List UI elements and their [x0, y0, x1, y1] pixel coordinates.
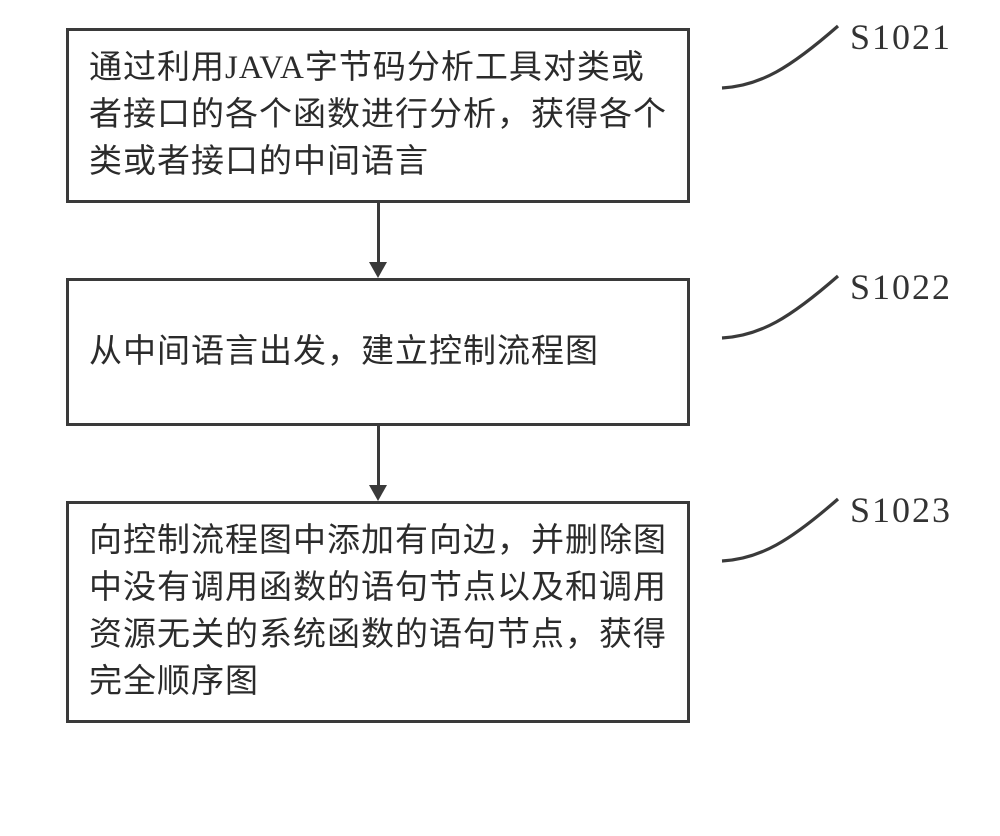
arrowhead-down-icon	[369, 485, 387, 501]
step-row-1: 通过利用JAVA字节码分析工具对类或者接口的各个函数进行分析，获得各个类或者接口…	[66, 28, 840, 203]
step-id-1: S1021	[850, 16, 952, 58]
leader-line-icon	[720, 272, 840, 340]
step-node-1: 通过利用JAVA字节码分析工具对类或者接口的各个函数进行分析，获得各个类或者接口…	[66, 28, 690, 203]
leader-line-icon	[720, 22, 840, 90]
flowchart: 通过利用JAVA字节码分析工具对类或者接口的各个函数进行分析，获得各个类或者接口…	[66, 28, 980, 723]
step-id-2: S1022	[850, 266, 952, 308]
step-node-3: 向控制流程图中添加有向边，并删除图中没有调用函数的语句节点以及和调用资源无关的系…	[66, 501, 690, 722]
arrow-line-icon	[377, 203, 380, 263]
arrow-line-icon	[377, 426, 380, 486]
step-text-2: 从中间语言出发，建立控制流程图	[89, 334, 599, 370]
step-id-3: S1023	[850, 489, 952, 531]
arrowhead-down-icon	[369, 262, 387, 278]
step-text-1: 通过利用JAVA字节码分析工具对类或者接口的各个函数进行分析，获得各个类或者接口…	[89, 50, 667, 180]
step-node-2: 从中间语言出发，建立控制流程图	[66, 278, 690, 427]
step-label-wrap-3: S1023	[720, 495, 840, 568]
step-row-3: 向控制流程图中添加有向边，并删除图中没有调用函数的语句节点以及和调用资源无关的系…	[66, 501, 840, 722]
arrow-2	[66, 426, 690, 501]
leader-line-icon	[720, 495, 840, 563]
step-label-wrap-1: S1021	[720, 22, 840, 95]
step-label-wrap-2: S1022	[720, 272, 840, 345]
step-text-3: 向控制流程图中添加有向边，并删除图中没有调用函数的语句节点以及和调用资源无关的系…	[89, 523, 667, 700]
arrow-1	[66, 203, 690, 278]
step-row-2: 从中间语言出发，建立控制流程图 S1022	[66, 278, 840, 427]
